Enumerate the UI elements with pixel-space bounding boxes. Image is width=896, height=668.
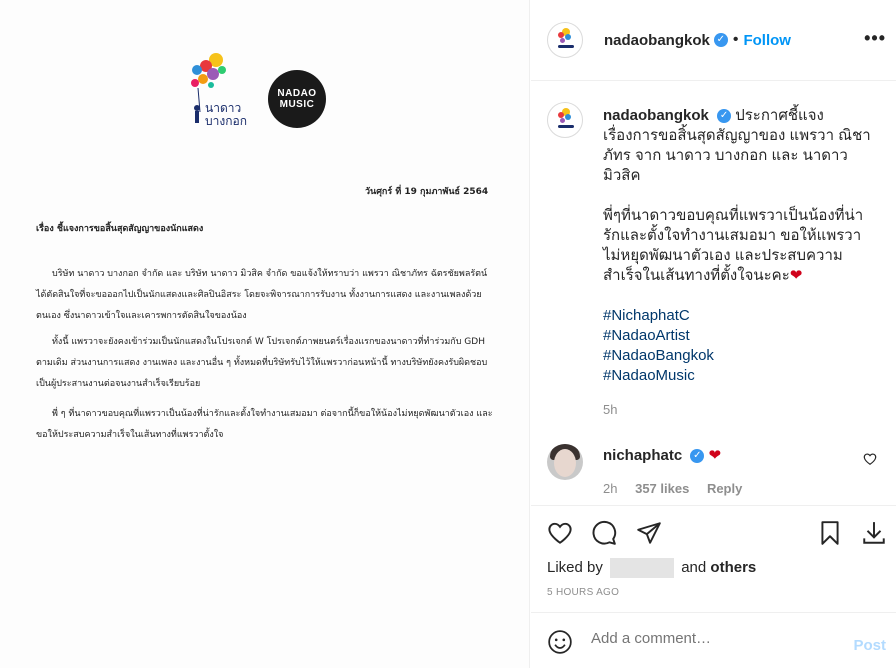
comment-meta: 2h 357 likes Reply: [603, 481, 756, 496]
caption-timestamp[interactable]: 5h: [603, 402, 617, 417]
download-icon[interactable]: [861, 520, 887, 546]
hashtag-link[interactable]: #NichaphatC: [603, 306, 883, 326]
account-avatar[interactable]: [547, 22, 583, 58]
verified-icon: ✓: [690, 449, 705, 464]
post-comment-button[interactable]: Post: [853, 637, 886, 654]
verified-icon: ✓: [717, 109, 732, 124]
reply-button[interactable]: Reply: [707, 481, 742, 496]
liked-by-redacted-user[interactable]: [610, 558, 675, 578]
document-subject: เรื่อง ชี้แจงการขอสิ้นสุดสัญญาของนักแสดง: [36, 224, 204, 234]
liked-by-prefix: Liked by: [547, 558, 603, 576]
comment-like-heart-icon[interactable]: [863, 452, 877, 466]
like-heart-icon[interactable]: [547, 520, 573, 546]
comment-item: nichaphatc ✓ ❤ 2h 357 likes Reply: [547, 444, 887, 504]
liked-by-text: Liked by and others: [547, 558, 756, 578]
caption-line: ประกาศชี้แจง: [735, 107, 824, 124]
comment-bubble-icon[interactable]: [591, 520, 617, 546]
post-header: nadaobangkok ✓ • Follow •••: [531, 0, 896, 81]
emoji-icon[interactable]: [547, 629, 573, 655]
music-logo-line1: NADAO: [277, 88, 317, 99]
caption-line: รักและตั้งใจทำงานเสมอมา ขอให้แพรวา: [603, 227, 862, 244]
post-side-panel: nadaobangkok ✓ • Follow ••• nadaobangkok…: [531, 0, 896, 668]
more-options-icon[interactable]: •••: [864, 28, 886, 49]
account-username[interactable]: nadaobangkok: [604, 32, 710, 49]
save-bookmark-icon[interactable]: [817, 520, 843, 546]
caption-text: nadaobangkok ✓ ประกาศชี้แจง เรื่องการขอส…: [603, 106, 883, 386]
caption-line: ภัทร จาก นาดาว บางกอก และ นาดาว: [603, 147, 848, 164]
commenter-username[interactable]: nichaphatc: [603, 447, 682, 464]
separator-dot: •: [732, 31, 739, 48]
document-paragraph-1: บริษัท นาดาว บางกอก จำกัด และ บริษัท นาด…: [36, 269, 488, 321]
comment-text: nichaphatc ✓ ❤: [603, 446, 721, 464]
caption-line: เรื่องการขอสิ้นสุดสัญญาของ แพรวา ณิชา: [603, 127, 871, 144]
heart-emoji-icon: ❤: [789, 267, 803, 284]
add-comment-bar: Post: [531, 612, 896, 668]
comment-heart-emoji: ❤: [708, 447, 722, 464]
document-date: วันศุกร์ ที่ 19 กุมภาพันธ์ 2564: [365, 187, 489, 197]
caption-avatar[interactable]: [547, 102, 583, 138]
hashtag-link[interactable]: #NadaoBangkok: [603, 346, 883, 366]
post-actions: [531, 505, 896, 565]
document-paragraph-2: ทั้งนี้ แพรวาจะยังคงเข้าร่วมเป็นนักแสดงใ…: [36, 337, 488, 389]
share-paper-plane-icon[interactable]: [636, 520, 662, 546]
hashtag-link[interactable]: #NadaoArtist: [603, 326, 883, 346]
caption-username[interactable]: nadaobangkok: [603, 107, 709, 124]
document-paragraph-3: พี่ ๆ ที่นาดาวขอบคุณที่แพรวาเป็นน้องที่น…: [36, 409, 493, 440]
logo-text: นาดาว บางกอก: [205, 101, 247, 128]
follow-button[interactable]: Follow: [743, 32, 791, 49]
commenter-avatar[interactable]: [547, 444, 583, 480]
caption-line: ไม่หยุดพัฒนาตัวเอง และประสบความ: [603, 247, 843, 264]
liked-by-and: and: [681, 558, 707, 576]
post-time-ago[interactable]: 5 HOURS AGO: [547, 587, 619, 598]
caption-line: พี่ๆที่นาดาวขอบคุณที่แพรวาเป็นน้องที่น่า: [603, 207, 864, 224]
add-comment-input[interactable]: [591, 630, 831, 647]
comment-timestamp[interactable]: 2h: [603, 481, 617, 496]
liked-by-others-link[interactable]: others: [710, 559, 756, 576]
caption-line: สำเร็จในเส้นทางที่ตั้งใจนะคะ: [603, 267, 790, 284]
nadao-music-logo: NADAO MUSIC: [268, 70, 326, 128]
verified-icon: ✓: [713, 33, 728, 47]
caption-line: มิวสิค: [603, 167, 641, 184]
music-logo-line2: MUSIC: [279, 99, 315, 110]
hashtag-link[interactable]: #NadaoMusic: [603, 366, 883, 386]
post-image[interactable]: นาดาว บางกอก NADAO MUSIC วันศุกร์ ที่ 19…: [0, 0, 530, 668]
comment-likes[interactable]: 357 likes: [635, 481, 689, 496]
